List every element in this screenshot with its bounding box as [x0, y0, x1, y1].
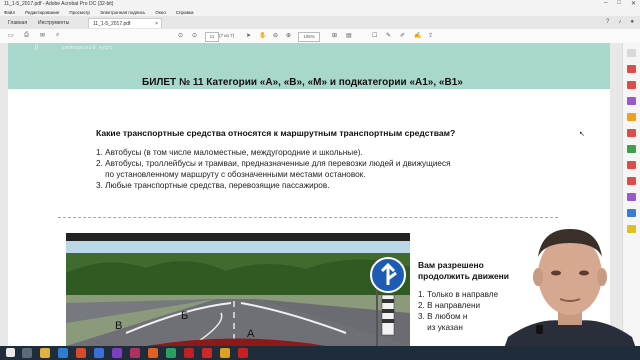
start-icon[interactable] [6, 348, 15, 357]
menu-file[interactable]: Файл [4, 10, 15, 15]
compress-pdf-icon[interactable] [627, 161, 636, 169]
banner-subtitle: авторский курс [62, 45, 113, 51]
answer-3: 3. Любые транспортные средства, перевозя… [96, 181, 330, 190]
question-text: Какие транспортные средства относятся к … [96, 128, 456, 138]
answer-2-continued: по установленному маршруту с обозначенны… [96, 170, 366, 179]
draw-icon[interactable]: ✐ [400, 32, 405, 39]
menu-view[interactable]: Просмотр [69, 10, 90, 15]
search-icon[interactable]: ⌕ [56, 32, 59, 39]
tab-document[interactable]: 11_1-5_2017.pdf × [88, 18, 162, 28]
edit-pdf-icon[interactable] [627, 97, 636, 105]
scroll-mode-icon[interactable]: ▤ [346, 32, 352, 39]
answer2-3-continued: из указан [418, 323, 463, 332]
tab-document-label: 11_1-5_2017.pdf [93, 21, 131, 27]
highlight-icon[interactable]: ✎ [386, 32, 391, 39]
app-icon-5[interactable] [148, 348, 158, 358]
zoom-field[interactable]: 106% [298, 32, 320, 42]
print-icon[interactable]: ⎙ [24, 32, 29, 39]
tabs-bar: Главная Инструменты 11_1-5_2017.pdf × ? … [0, 16, 640, 30]
page-up-icon[interactable]: ⊙ [178, 32, 183, 39]
fill-sign-tool-icon[interactable] [627, 209, 636, 217]
question-2-line-2: продолжить движени [418, 271, 510, 281]
page-count: (7 из 7) [219, 33, 235, 38]
ticket-title: БИЛЕТ № 11 Категории «А», «В», «М» и под… [142, 77, 463, 88]
logo-mark-icon: // [34, 43, 39, 52]
app-icon-1[interactable] [76, 348, 86, 358]
zoom-in-icon[interactable]: ⊕ [286, 32, 291, 39]
share-icon[interactable]: ⇪ [428, 32, 433, 39]
menu-bar: Файл Редактирование Просмотр Электронная… [0, 8, 640, 16]
create-pdf-icon[interactable] [627, 81, 636, 89]
answer2-1: 1. Только в направле [418, 290, 499, 299]
save-icon[interactable]: ▭ [8, 32, 14, 39]
account-icon[interactable]: ● [630, 19, 634, 25]
photo-label-b: Б [181, 310, 188, 322]
zoom-out-icon[interactable]: ⊖ [273, 32, 278, 39]
answer2-2: 2. В направлени [418, 301, 481, 310]
maximize-button[interactable]: □ [617, 0, 621, 7]
menu-help[interactable]: Справка [176, 10, 194, 15]
app-icon-7[interactable] [202, 348, 212, 358]
app-icon-8[interactable] [220, 348, 230, 358]
app-icon-9[interactable] [238, 348, 248, 358]
app-icon-2[interactable] [94, 348, 104, 358]
export-pdf-icon[interactable] [627, 65, 636, 73]
photo-label-a: А [247, 328, 255, 340]
menu-window[interactable]: Окно [155, 10, 165, 15]
minimize-button[interactable]: – [604, 0, 607, 7]
fill-sign-icon[interactable]: ✍ [414, 32, 421, 39]
page-number-field[interactable]: 11 [205, 32, 219, 42]
acrobat-icon[interactable] [184, 348, 194, 358]
app-icon-4[interactable] [130, 348, 140, 358]
comment-tool-icon[interactable] [627, 113, 636, 121]
file-explorer-icon[interactable] [40, 348, 50, 358]
mail-icon[interactable]: ✉ [40, 32, 45, 39]
redact-icon[interactable] [627, 177, 636, 185]
question-2-text: Вам разрешено продолжить движени [418, 260, 509, 282]
comment-icon[interactable]: ☐ [372, 32, 377, 39]
tab-close-icon[interactable]: × [155, 19, 158, 29]
app-icon-3[interactable] [112, 348, 122, 358]
page-down-icon[interactable]: ⊙ [192, 32, 197, 39]
menu-edit[interactable]: Редактирование [25, 10, 59, 15]
menu-e-signature[interactable]: Электронная подпись [100, 10, 145, 15]
combine-files-icon[interactable] [627, 129, 636, 137]
select-cursor-icon[interactable]: ➤ [246, 32, 251, 39]
help-icon[interactable]: ? [606, 19, 609, 25]
toolbar: ▭ ⎙ ✉ ⌕ ⊙ ⊙ 11 (7 из 7) ➤ ✋ ⊖ ⊕ 106% ⊞ ▤… [0, 29, 640, 44]
bell-icon[interactable]: ♪ [618, 19, 621, 25]
presenter-video [500, 229, 640, 360]
microphone-icon [536, 325, 543, 334]
tab-home[interactable]: Главная [4, 18, 32, 28]
tab-tools[interactable]: Инструменты [34, 18, 82, 28]
window-title: 11_1-5_2017.pdf - Adobe Acrobat Pro DC (… [4, 1, 114, 7]
close-window-button[interactable]: ✕ [631, 0, 636, 7]
fit-page-icon[interactable]: ⊞ [332, 32, 337, 39]
app-icon-6[interactable] [166, 348, 176, 358]
hand-icon[interactable]: ✋ [259, 32, 266, 39]
protect-icon[interactable] [627, 193, 636, 201]
organize-pages-icon[interactable] [627, 145, 636, 153]
page-divider [58, 217, 558, 218]
taskbar [0, 346, 640, 360]
answer-list-2: 1. Только в направле 2. В направлени 3. … [418, 289, 498, 333]
title-bar: 11_1-5_2017.pdf - Adobe Acrobat Pro DC (… [0, 0, 640, 8]
browser-icon[interactable] [58, 348, 68, 358]
question-2-line-1: Вам разрешено [418, 260, 484, 270]
taskbar-search-icon[interactable] [22, 348, 32, 358]
road-photo: В Б А [66, 233, 410, 346]
answer-1: 1. Автобусы (в том числе маломестные, ме… [96, 148, 363, 157]
search-tool-icon[interactable] [627, 49, 636, 57]
answer2-3: 3. В любом н [418, 312, 468, 321]
mouse-cursor-icon: ↖ [579, 131, 585, 138]
photo-label-v: В [115, 320, 122, 332]
answer-list: 1. Автобусы (в том числе маломестные, ме… [96, 147, 451, 191]
answer-2: 2. Автобусы, троллейбусы и трамваи, пред… [96, 159, 451, 168]
